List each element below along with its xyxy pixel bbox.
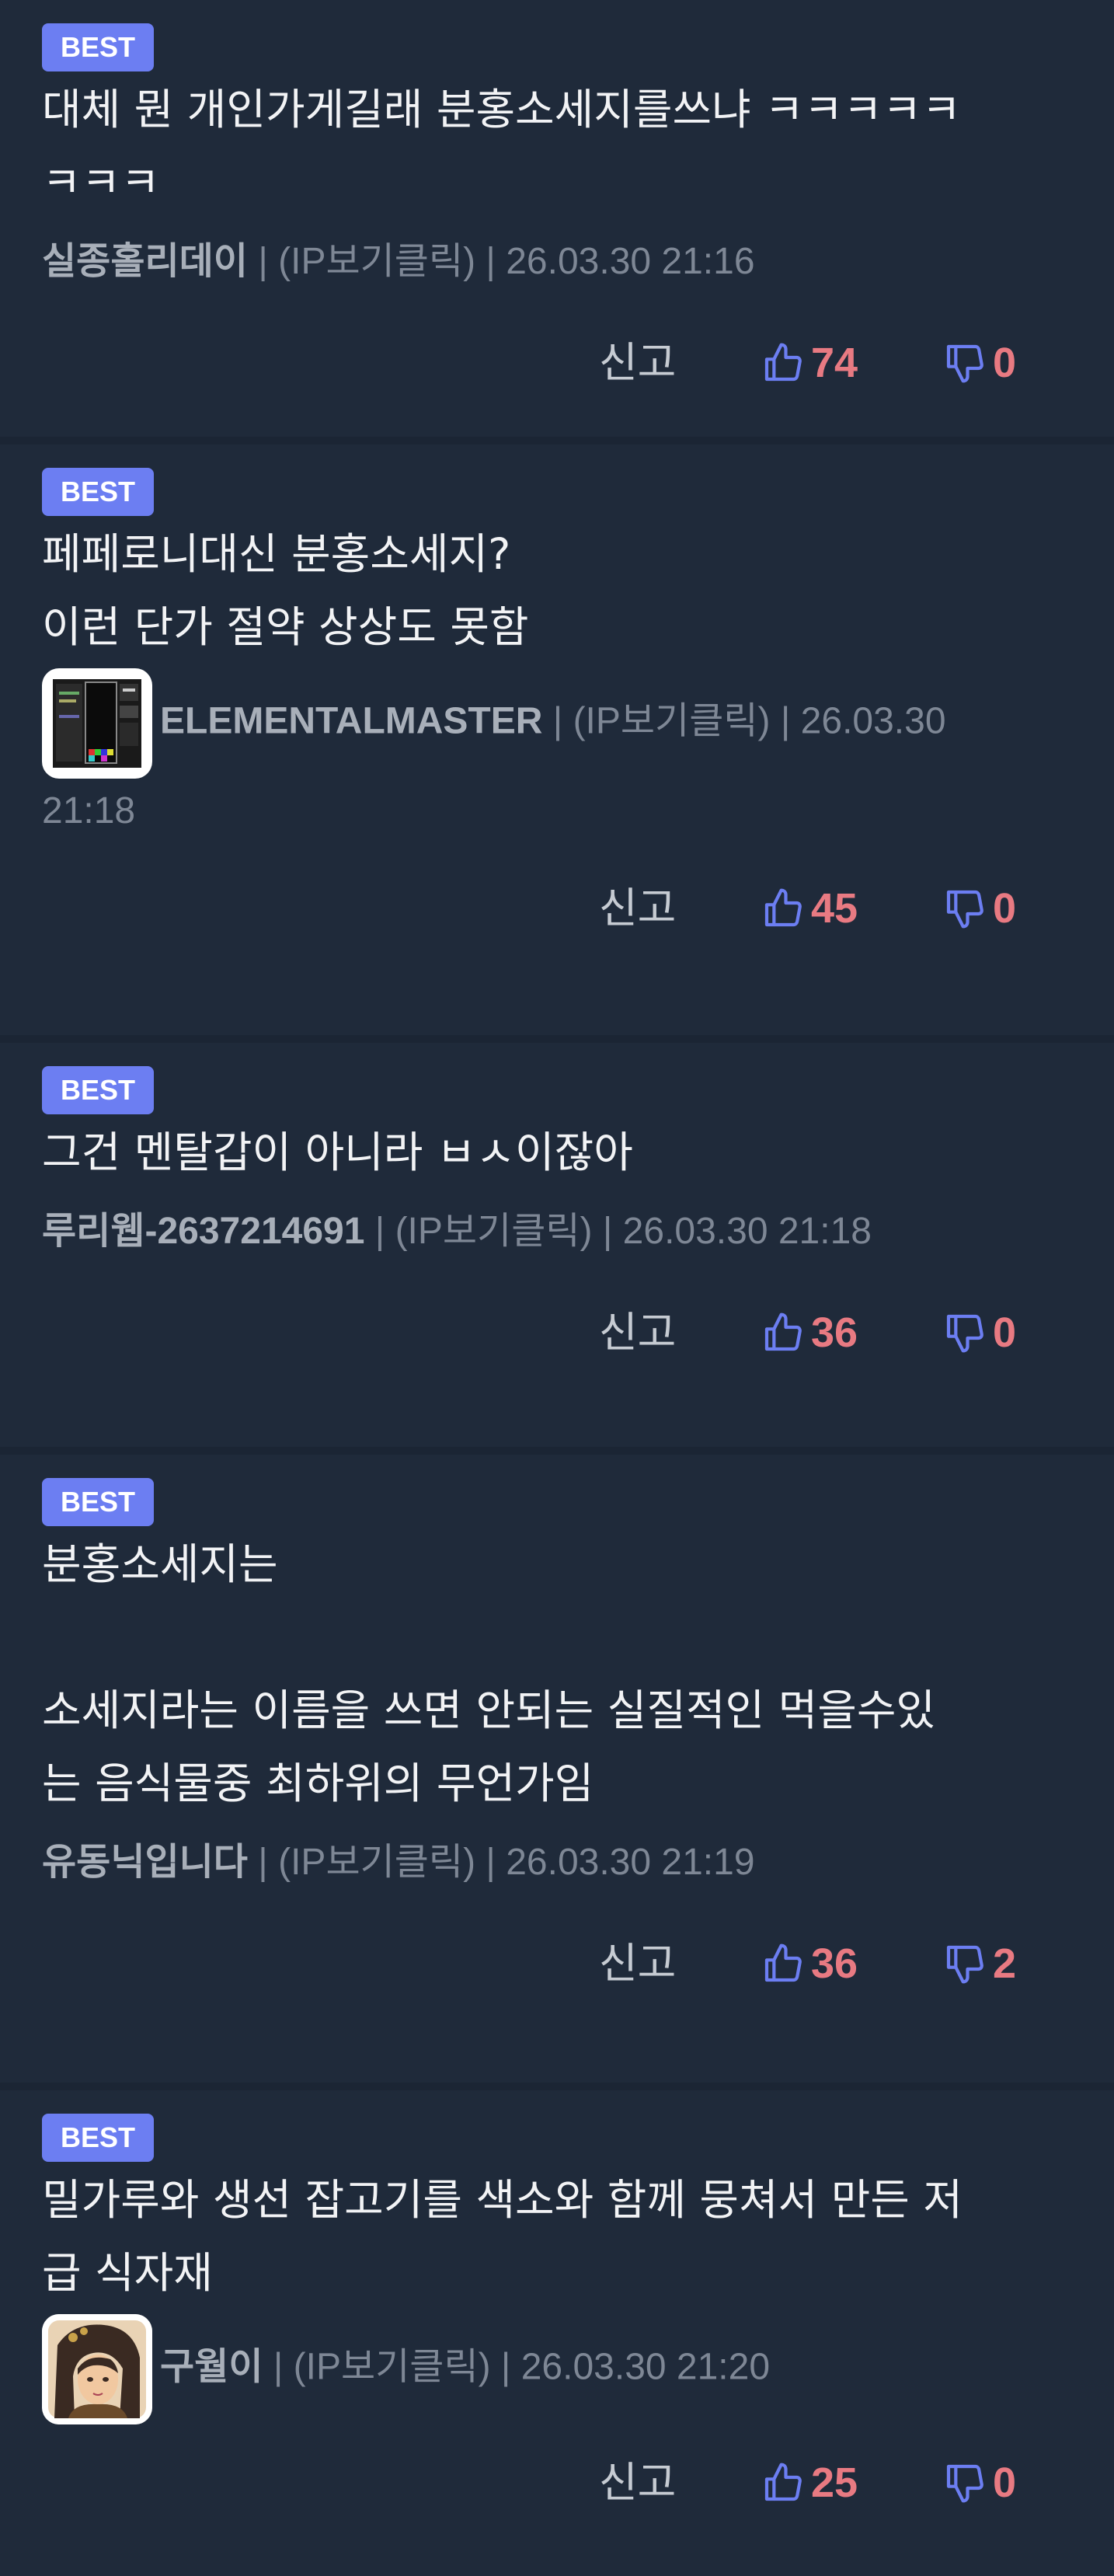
comment-meta: 구월이 | (IP보기클릭) | 26.03.30 21:20	[42, 2314, 1072, 2424]
author-name[interactable]: 실종홀리데이	[42, 241, 248, 282]
best-badge: BEST	[42, 1478, 155, 1526]
ip-view-link[interactable]: (IP보기클릭)	[294, 2347, 491, 2388]
report-button[interactable]: 신고	[599, 340, 676, 386]
comment-divider	[0, 437, 1114, 444]
like-button[interactable]: 25	[761, 2459, 858, 2506]
comment-body: 대체 뭔 개인가게길래 분홍소세지를쓰냐 ㅋㅋㅋㅋㅋ ㅋㅋㅋ	[42, 85, 962, 207]
meta-separator: |	[490, 2346, 521, 2388]
thumbs-up-icon	[764, 888, 802, 927]
thumbs-down-icon	[946, 890, 983, 929]
dislike-button[interactable]: 0	[943, 885, 1016, 932]
like-button[interactable]: 45	[761, 885, 858, 932]
like-button[interactable]: 36	[761, 1940, 858, 1987]
dislike-count: 0	[993, 885, 1017, 932]
thumbs-up-icon	[764, 1943, 802, 1982]
comment-actions: 신고 74 0	[42, 305, 1072, 421]
ip-view-link[interactable]: (IP보기클릭)	[278, 241, 475, 282]
comment-actions: 신고 36 0	[42, 1274, 1072, 1391]
meta-separator: |	[364, 1211, 395, 1252]
tetris-game-avatar-icon[interactable]	[42, 668, 152, 779]
meta-separator: |	[258, 241, 279, 282]
meta-separator: |	[475, 241, 507, 282]
thumbs-up-icon	[764, 343, 802, 382]
best-badge: BEST	[42, 2114, 155, 2162]
meta-separator: |	[263, 2346, 294, 2388]
comment-meta: 실종홀리데이 | (IP보기클릭) | 26.03.30 21:16	[42, 219, 1072, 305]
comment-body: 그건 멘탈갑이 아니라 ㅂㅅ이잖아	[42, 1128, 633, 1177]
comment-item: BEST 그건 멘탈갑이 아니라 ㅂㅅ이잖아 루리웹-2637214691 | …	[0, 1043, 1114, 1447]
thumbs-up-icon	[764, 2463, 802, 2501]
thumbs-down-icon	[946, 1314, 983, 1353]
like-count: 25	[811, 2459, 858, 2506]
author-name[interactable]: 유동닉입니다	[42, 1842, 248, 1883]
author-name[interactable]: ELEMENTALMASTER	[160, 701, 542, 742]
like-button[interactable]: 36	[761, 1309, 858, 1356]
comment-date: 26.03.30 21:16	[506, 241, 755, 282]
comment-divider	[0, 1447, 1114, 1455]
author-name[interactable]: 루리웹-2637214691	[42, 1211, 364, 1252]
best-badge: BEST	[42, 1066, 155, 1114]
anime-character-avatar-icon[interactable]	[42, 2314, 152, 2424]
thumbs-down-icon	[946, 1945, 983, 1984]
meta-separator: |	[770, 700, 801, 742]
best-badge: BEST	[42, 23, 155, 71]
dislike-button[interactable]: 0	[943, 1309, 1016, 1356]
dislike-count: 0	[993, 2459, 1017, 2506]
like-button[interactable]: 74	[761, 340, 858, 386]
like-count: 74	[811, 340, 858, 386]
report-button[interactable]: 신고	[599, 1940, 676, 1987]
dislike-count: 0	[993, 340, 1017, 386]
comment-actions: 신고 25 0	[42, 2424, 1072, 2541]
comment-divider	[0, 2083, 1114, 2090]
like-count: 36	[811, 1309, 858, 1356]
meta-separator: |	[475, 1842, 507, 1883]
comment-item: BEST 페페로니대신 분홍소세지? 이런 단가 절약 상상도 못함 ELEME…	[0, 444, 1114, 1035]
like-count: 45	[811, 885, 858, 932]
comment-body: 분홍소세지는 소세지라는 이름을 쓰면 안되는 실질적인 먹을수있 는 음식물중…	[42, 1539, 936, 1808]
comment-date-wrap: 21:18	[42, 790, 136, 831]
meta-separator: |	[592, 1211, 623, 1252]
author-name[interactable]: 구월이	[160, 2347, 263, 2388]
comment-meta: ELEMENTALMASTER | (IP보기클릭) | 26.03.30	[42, 668, 1072, 779]
comment-date: 26.03.30 21:20	[520, 2346, 771, 2388]
comment-item: BEST 분홍소세지는 소세지라는 이름을 쓰면 안되는 실질적인 먹을수있 는…	[0, 1455, 1114, 2083]
comment-date: 26.03.30 21:18	[622, 1211, 872, 1252]
meta-separator: |	[542, 700, 573, 742]
best-badge: BEST	[42, 468, 155, 516]
comment-body: 밀가루와 생선 잡고기를 색소와 함께 뭉쳐서 만든 저 급 식자재	[42, 2175, 963, 2298]
report-button[interactable]: 신고	[599, 2459, 676, 2506]
comment-item: BEST 대체 뭔 개인가게길래 분홍소세지를쓰냐 ㅋㅋㅋㅋㅋ ㅋㅋㅋ 실종홀리…	[0, 0, 1114, 437]
comment-meta: 유동닉입니다 | (IP보기클릭) | 26.03.30 21:19	[42, 1820, 1072, 1905]
dislike-button[interactable]: 2	[943, 1940, 1016, 1987]
comment-item: BEST 밀가루와 생선 잡고기를 색소와 함께 뭉쳐서 만든 저 급 식자재 …	[0, 2090, 1114, 2576]
thumbs-down-icon	[946, 344, 983, 383]
dislike-count: 2	[993, 1940, 1017, 1987]
dislike-button[interactable]: 0	[943, 2459, 1016, 2506]
comment-divider	[0, 1035, 1114, 1043]
dislike-button[interactable]: 0	[943, 340, 1016, 386]
report-button[interactable]: 신고	[599, 885, 676, 932]
comment-body: 페페로니대신 분홍소세지? 이런 단가 절약 상상도 못함	[42, 529, 529, 652]
comment-date: 26.03.30	[800, 700, 946, 742]
ip-view-link[interactable]: (IP보기클릭)	[278, 1842, 475, 1883]
comment-actions: 신고 36 2	[42, 1905, 1072, 2022]
comment-date: 26.03.30 21:19	[506, 1842, 755, 1883]
thumbs-down-icon	[946, 2464, 983, 2503]
comment-actions: 신고 45 0	[42, 850, 1072, 967]
dislike-count: 0	[993, 1309, 1017, 1356]
report-button[interactable]: 신고	[599, 1309, 676, 1356]
thumbs-up-icon	[764, 1312, 802, 1351]
ip-view-link[interactable]: (IP보기클릭)	[395, 1211, 593, 1252]
like-count: 36	[811, 1940, 858, 1987]
comment-meta: 루리웹-2637214691 | (IP보기클릭) | 26.03.30 21:…	[42, 1189, 1072, 1274]
meta-separator: |	[247, 1842, 279, 1883]
ip-view-link[interactable]: (IP보기클릭)	[573, 701, 771, 742]
